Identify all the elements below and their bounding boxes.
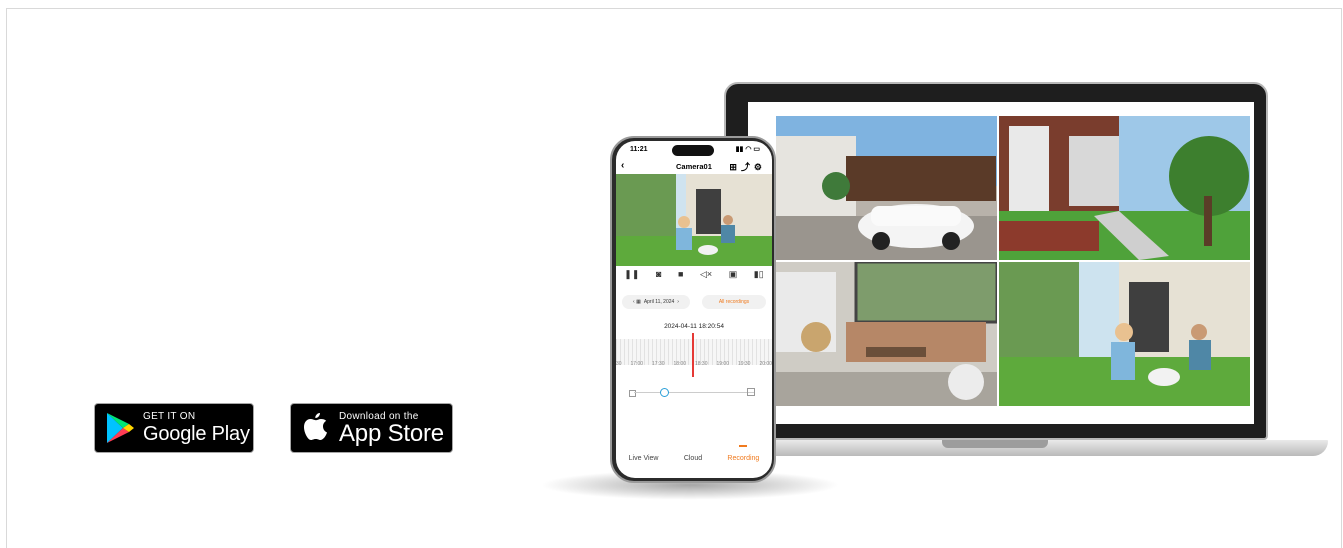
tick-label: 17:00 [630, 361, 644, 367]
tick-label: 17:30 [652, 361, 665, 367]
zoom-in-icon[interactable] [747, 388, 755, 396]
tab-live-view[interactable]: Live View [629, 455, 659, 462]
back-icon[interactable]: ‹ [621, 160, 624, 171]
tick-label: 30 [616, 361, 622, 367]
app-store-big-text: App Store [339, 419, 444, 447]
layout-icon[interactable]: ▮▯ [754, 269, 764, 283]
gear-icon[interactable]: ⚙ [754, 162, 766, 172]
apple-icon [304, 413, 327, 440]
pause-icon[interactable]: ❚❚ [624, 269, 639, 283]
bottom-tabs: Live View Cloud Recording [616, 444, 772, 470]
timeline-ticks: 30 17:00 17:30 18:00 18:30 19:00 19:30 2… [616, 361, 772, 367]
mute-icon[interactable]: ◁× [700, 269, 712, 283]
tick-label: 18:30 [694, 361, 708, 367]
camera-title: Camera01 [676, 162, 712, 171]
camera-icon[interactable]: ◙ [656, 269, 661, 283]
tick-label: 20:00 [759, 361, 772, 367]
app-store-badge[interactable]: Download on the App Store [290, 403, 453, 453]
camera-grid [776, 116, 1250, 406]
google-play-big-text: Google Play [143, 422, 250, 445]
tab-recording[interactable]: Recording [727, 444, 759, 462]
share-icon[interactable]: ⤴ [741, 162, 754, 172]
camera-tile-driveway[interactable] [776, 116, 997, 260]
date-label: April 11, 2024 [643, 299, 675, 305]
signal-icon: ▮▮ ◠ ▭ [735, 146, 760, 153]
zoom-slider-track[interactable] [634, 392, 754, 393]
laptop-notch [942, 440, 1048, 448]
tab-cloud[interactable]: Cloud [684, 455, 702, 462]
sd-icon[interactable]: ▣ [729, 269, 738, 283]
date-picker[interactable]: ‹ ▦ April 11, 2024 › [622, 295, 690, 309]
google-play-icon [107, 413, 134, 443]
dynamic-island [672, 145, 714, 156]
camera-tile-backyard[interactable] [999, 116, 1250, 260]
record-icon[interactable]: ■ [678, 269, 683, 283]
app-header: ‹ Camera01 ⊞⤴⚙ [616, 160, 772, 174]
google-play-badge[interactable]: GET IT ON Google Play [94, 403, 254, 453]
google-play-small-text: GET IT ON [143, 410, 196, 422]
tick-label: 19:00 [716, 361, 729, 367]
header-icons[interactable]: ⊞⤴⚙ [729, 160, 766, 173]
zoom-slider-knob[interactable] [660, 388, 669, 397]
status-time: 11:21 [630, 146, 648, 153]
playhead[interactable] [692, 333, 694, 377]
status-bar: 11:21 ▮▮ ◠ ▭ [616, 141, 772, 157]
phone-screen: 11:21 ▮▮ ◠ ▭ ‹ Camera01 ⊞⤴⚙ ❚❚ ◙ ■ ◁× ▣ … [616, 141, 772, 478]
phone-live-video[interactable] [616, 174, 772, 266]
all-recordings-button[interactable]: All recordings [702, 295, 766, 309]
playback-toolbar: ❚❚ ◙ ■ ◁× ▣ ▮▯ [616, 269, 772, 283]
camera-tile-garden[interactable] [999, 262, 1250, 406]
timestamp: 2024-04-11 18:20:54 [664, 323, 724, 330]
tick-label: 18:00 [673, 361, 687, 367]
tick-label: 19:30 [737, 361, 751, 367]
camera-tile-living-room[interactable] [776, 262, 997, 406]
